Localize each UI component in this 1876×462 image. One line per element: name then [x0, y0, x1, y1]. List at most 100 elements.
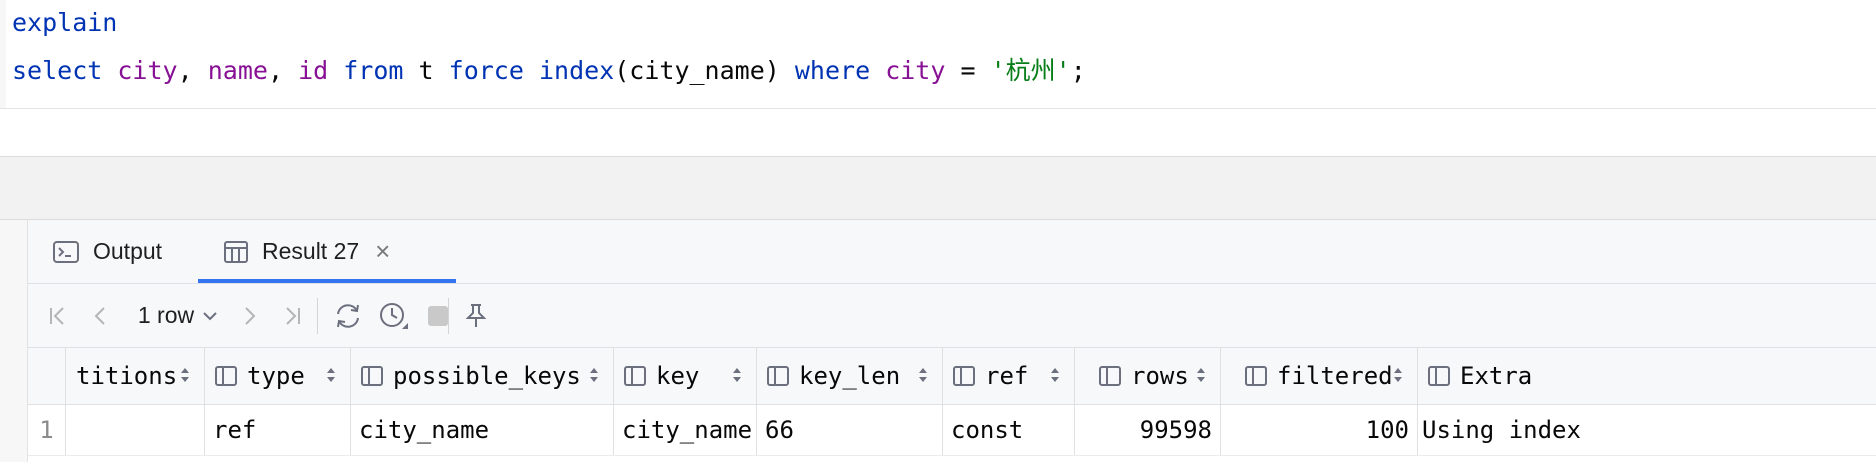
- result-grid[interactable]: titions type possible_keys key key_len r…: [28, 348, 1876, 462]
- toolbar-separator: [448, 298, 449, 334]
- column-icon: [767, 366, 789, 386]
- keyword-explain: explain: [12, 8, 118, 37]
- table-cell-rows[interactable]: 99598: [1075, 405, 1221, 455]
- last-page-button[interactable]: [278, 284, 306, 347]
- column-header-label: filtered: [1277, 362, 1393, 390]
- sort-icon[interactable]: [732, 366, 742, 384]
- table-row[interactable]: 1 ref city_name city_name 66 const 99598…: [28, 405, 1876, 456]
- table-icon: [224, 240, 248, 263]
- column-icon: [953, 366, 975, 386]
- column-icon: [1245, 366, 1267, 386]
- history-icon: [380, 302, 408, 329]
- console-icon: [53, 240, 79, 263]
- table-cell-partitions[interactable]: [66, 405, 205, 455]
- column-header-label: key_len: [799, 362, 901, 390]
- table-cell-ref[interactable]: const: [943, 405, 1075, 455]
- stop-button[interactable]: [418, 284, 458, 347]
- column-header-label: key: [656, 362, 700, 390]
- semicolon: ;: [1070, 56, 1086, 85]
- column-icon: [1099, 366, 1121, 386]
- row-number-header: [28, 348, 66, 404]
- refresh-icon: [337, 303, 359, 328]
- code-line-1: explain: [12, 8, 117, 37]
- column-header-possible-keys[interactable]: possible_keys: [351, 348, 614, 404]
- row-number: 1: [28, 405, 66, 455]
- column-name: name: [207, 56, 268, 85]
- column-header-label: ref: [985, 362, 1029, 390]
- services-tab-bar: Output Result 27 ×: [28, 220, 1876, 284]
- column-header-ref[interactable]: ref: [943, 348, 1075, 404]
- active-tab-indicator: [198, 279, 456, 283]
- column-icon: [1428, 366, 1450, 386]
- tab-result[interactable]: Result 27 ×: [224, 220, 390, 283]
- sort-icon[interactable]: [1050, 366, 1060, 384]
- string-literal: '杭州': [990, 56, 1071, 85]
- column-header-label: possible_keys: [393, 362, 581, 390]
- row-count-label: 1 row: [137, 302, 195, 328]
- panel-splitter-area: [0, 157, 1876, 220]
- comma: ,: [267, 56, 283, 85]
- table-cell-key[interactable]: city_name: [614, 405, 757, 455]
- editor-empty-area: [0, 109, 1876, 157]
- keyword-select: select: [12, 56, 103, 85]
- column-icon: [624, 366, 646, 386]
- column-header-key[interactable]: key: [614, 348, 757, 404]
- history-button[interactable]: [374, 284, 414, 347]
- column-city: city: [117, 56, 178, 85]
- table-cell-extra[interactable]: Using index: [1418, 405, 1876, 455]
- column-header-type[interactable]: type: [205, 348, 351, 404]
- column-header-label: titions: [76, 362, 178, 390]
- chevron-down-icon: [203, 311, 217, 320]
- sort-icon[interactable]: [326, 366, 336, 384]
- table-cell-type[interactable]: ref: [205, 405, 351, 455]
- sql-editor[interactable]: explain select city, name, id from t for…: [0, 0, 1876, 109]
- equals-operator: =: [960, 56, 976, 85]
- comma: ,: [177, 56, 193, 85]
- keyword-from: from: [343, 56, 404, 85]
- next-page-icon: [245, 306, 256, 325]
- first-page-icon: [50, 306, 64, 325]
- toolbar-separator: [317, 298, 318, 334]
- tab-output[interactable]: Output: [53, 220, 162, 283]
- table-name: t: [418, 56, 434, 85]
- grid-header-row: titions type possible_keys key key_len r…: [28, 348, 1876, 405]
- tab-output-label: Output: [93, 238, 163, 264]
- code-line-2: select city, name, id from t force index…: [12, 51, 1086, 87]
- column-icon: [215, 366, 237, 386]
- column-header-label: Extra: [1460, 362, 1533, 390]
- sort-icon[interactable]: [1393, 366, 1403, 384]
- column-header-label: type: [247, 362, 305, 390]
- refresh-button[interactable]: [328, 284, 368, 347]
- tool-window-left-strip: [0, 220, 28, 462]
- table-cell-key-len[interactable]: 66: [757, 405, 943, 455]
- column-header-filtered[interactable]: filtered: [1221, 348, 1418, 404]
- stop-icon: [428, 305, 448, 326]
- prev-page-button[interactable]: [86, 284, 114, 347]
- sort-icon[interactable]: [918, 366, 928, 384]
- column-header-rows[interactable]: rows: [1075, 348, 1221, 404]
- next-page-button[interactable]: [236, 284, 264, 347]
- column-header-extra[interactable]: Extra: [1418, 348, 1876, 404]
- keyword-where: where: [794, 56, 871, 85]
- sort-icon[interactable]: [1196, 366, 1206, 384]
- keyword-index: index: [538, 56, 615, 85]
- prev-page-icon: [94, 306, 105, 325]
- column-icon: [361, 366, 383, 386]
- first-page-button[interactable]: [44, 284, 72, 347]
- table-cell-filtered[interactable]: 100: [1221, 405, 1418, 455]
- keyword-force: force: [448, 56, 524, 85]
- index-argument: (city_name): [614, 56, 780, 85]
- column-id: id: [298, 56, 329, 85]
- sort-icon[interactable]: [180, 366, 190, 384]
- editor-gutter: [0, 0, 6, 108]
- tab-result-label: Result 27: [262, 238, 360, 264]
- close-icon[interactable]: ×: [375, 236, 390, 267]
- sort-icon[interactable]: [589, 366, 599, 384]
- pin-tab-button[interactable]: [456, 284, 496, 347]
- row-count-selector[interactable]: 1 row: [128, 284, 228, 347]
- condition-column: city: [885, 56, 946, 85]
- column-header-label: rows: [1131, 362, 1189, 390]
- table-cell-possible-keys[interactable]: city_name: [351, 405, 614, 455]
- column-header-partitions[interactable]: titions: [66, 348, 205, 404]
- column-header-key-len[interactable]: key_len: [757, 348, 943, 404]
